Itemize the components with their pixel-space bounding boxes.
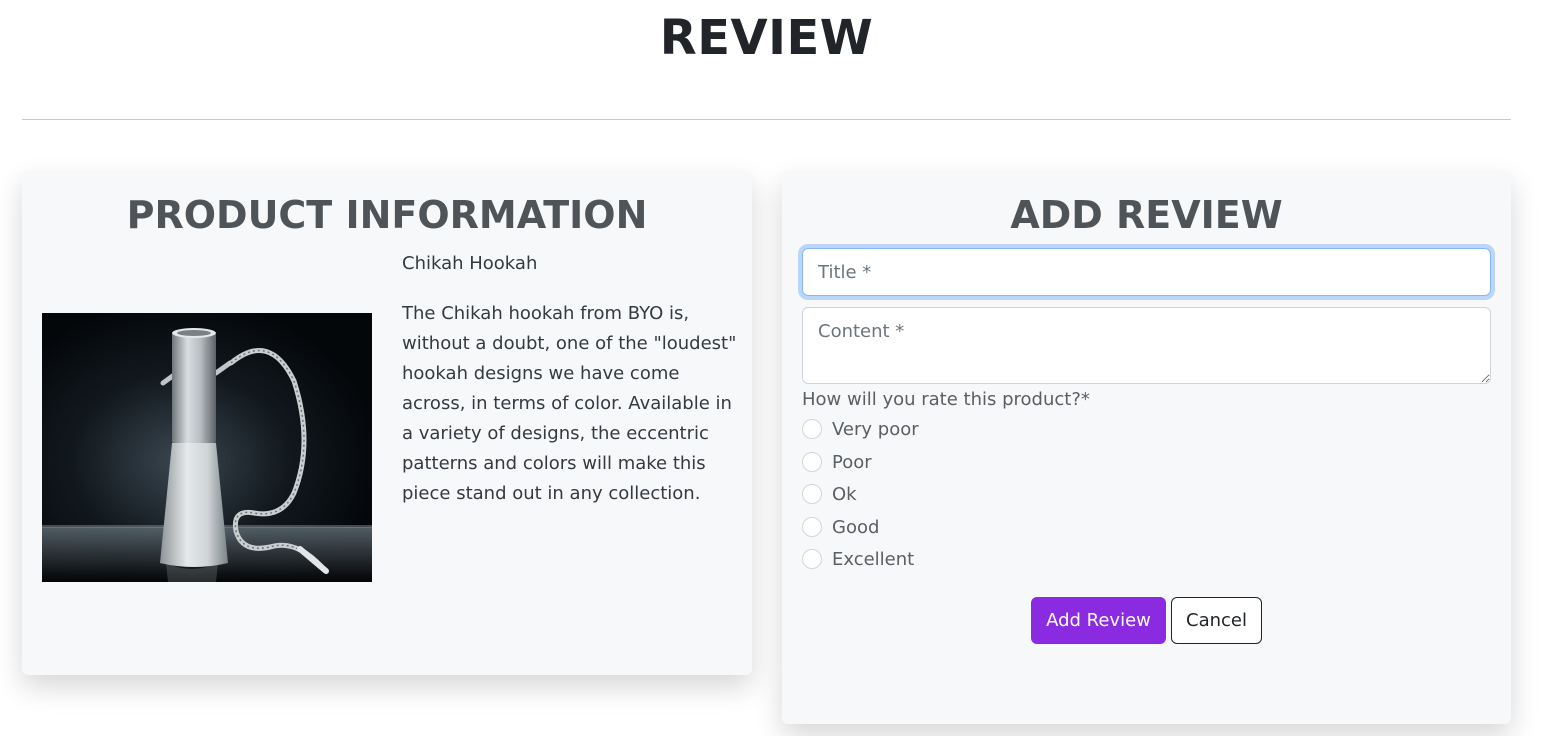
divider — [22, 119, 1511, 120]
product-image — [42, 313, 372, 582]
rating-option-excellent[interactable]: Excellent — [802, 546, 914, 572]
rating-option-label: Good — [832, 516, 880, 538]
rating-option-label: Ok — [832, 483, 857, 505]
radio-button[interactable] — [802, 452, 822, 472]
product-name: Chikah Hookah — [402, 253, 538, 274]
radio-button[interactable] — [802, 484, 822, 504]
radio-button[interactable] — [802, 517, 822, 537]
rating-option-poor[interactable]: Poor — [802, 449, 872, 475]
rating-option-ok[interactable]: Ok — [802, 481, 857, 507]
radio-button[interactable] — [802, 549, 822, 569]
add-review-card: ADD REVIEW How will you rate this produc… — [782, 171, 1511, 724]
rating-option-label: Excellent — [832, 548, 915, 570]
rating-option-very-poor[interactable]: Very poor — [802, 416, 919, 442]
add-review-heading: ADD REVIEW — [1010, 193, 1283, 237]
review-title-input[interactable] — [802, 248, 1491, 296]
rating-option-label: Very poor — [832, 418, 919, 440]
product-information-card: PRODUCT INFORMATION Chikah Hookah The Ch… — [22, 171, 752, 675]
radio-button[interactable] — [802, 419, 822, 439]
rating-question: How will you rate this product?* — [802, 389, 1090, 410]
rating-option-label: Poor — [832, 451, 872, 473]
product-description: The Chikah hookah from BYO is, without a… — [402, 303, 737, 504]
cancel-button[interactable]: Cancel — [1171, 597, 1262, 644]
review-content-textarea[interactable] — [802, 307, 1491, 384]
page-title: REVIEW — [659, 10, 874, 66]
rating-option-good[interactable]: Good — [802, 514, 879, 540]
add-review-button[interactable]: Add Review — [1031, 597, 1166, 644]
product-information-heading: PRODUCT INFORMATION — [126, 193, 648, 237]
